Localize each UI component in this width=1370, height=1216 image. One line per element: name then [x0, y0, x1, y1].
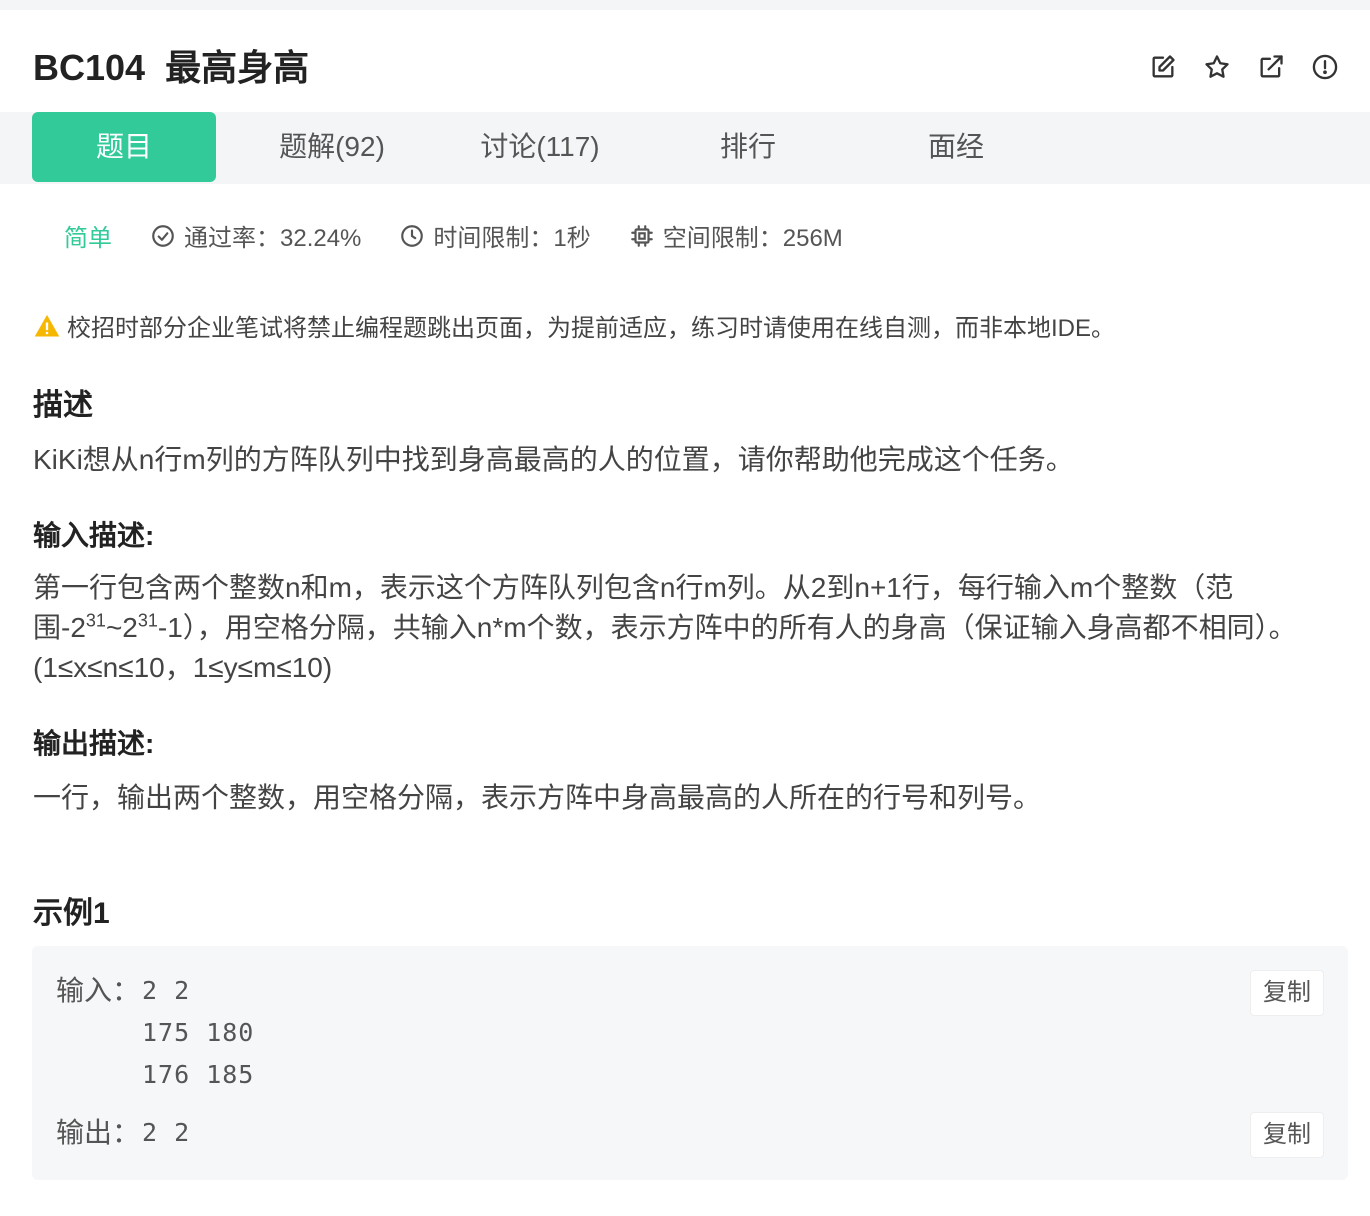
tab-solutions[interactable]: 题解(92) [252, 112, 412, 182]
output-desc-text: 一行，输出两个整数，用空格分隔，表示方阵中身高最高的人所在的行号和列号。 [33, 782, 1042, 813]
input-desc-line2: 围-231~231-1），用空格分隔，共输入n*m个数，表示方阵中的所有人的身高… [33, 608, 1343, 648]
input-desc-line3: (1≤x≤n≤10，1≤y≤m≤10) [33, 652, 333, 683]
problem-meta: 简单 通过率：32.24% 时间限制：1秒 空间限制：256M [64, 218, 881, 253]
tab-interview[interactable]: 面经 [876, 112, 1036, 182]
example-input-line: 2 2 [142, 976, 191, 1005]
warning-icon [34, 314, 60, 336]
report-icon[interactable] [1310, 52, 1340, 82]
example-input-line: 176 185 [142, 1060, 255, 1089]
description-heading: 描述 [33, 389, 93, 422]
warning-notice: 校招时部分企业笔试将禁止编程题跳出页面，为提前适应，练习时请使用在线自测，而非本… [33, 308, 1115, 343]
warning-text: 校招时部分企业笔试将禁止编程题跳出页面，为提前适应，练习时请使用在线自测，而非本… [67, 315, 1116, 342]
pass-rate-text: 通过率：32.24% [184, 225, 362, 252]
problem-name: 最高身高 [165, 47, 310, 88]
problem-title: BC104 最高身高 [33, 44, 309, 92]
time-limit-text: 时间限制：1秒 [433, 225, 591, 252]
top-strip [0, 0, 1370, 10]
tab-ranking[interactable]: 排行 [668, 112, 828, 182]
time-limit: 时间限制：1秒 [399, 218, 591, 253]
copy-input-button[interactable]: 复制 [1250, 970, 1324, 1016]
input-desc-heading: 输入描述: [33, 520, 155, 551]
star-icon[interactable] [1202, 52, 1232, 82]
example-heading: 示例1 [33, 897, 110, 930]
share-icon[interactable] [1256, 52, 1286, 82]
example-output-label: 输出： [56, 1117, 141, 1148]
example-output-lines: 2 2 [142, 1112, 190, 1154]
tab-problem[interactable]: 题目 [32, 112, 216, 182]
difficulty-badge: 简单 [64, 225, 112, 252]
space-limit-text: 空间限制：256M [662, 225, 843, 252]
output-desc-heading: 输出描述: [33, 728, 155, 759]
input-desc-text: 第一行包含两个整数n和m，表示这个方阵队列包含n行m列。从2到n+1行，每行输入… [33, 568, 1343, 688]
check-circle-icon [152, 224, 174, 247]
title-actions [1148, 52, 1340, 82]
input-desc-range-a: 围-2 [33, 612, 86, 643]
chip-icon [630, 224, 653, 247]
example-input: 输入： 2 2 175 180 176 185 [56, 970, 254, 1096]
problem-id: BC104 [33, 47, 146, 88]
exponent-2: 31 [137, 610, 158, 631]
clock-icon [401, 224, 424, 247]
edit-icon[interactable] [1148, 52, 1178, 82]
example-box: 输入： 2 2 175 180 176 185 复制 输出： 2 2 复制 [32, 946, 1348, 1180]
tab-discussion[interactable]: 讨论(117) [460, 112, 620, 182]
pass-rate: 通过率：32.24% [150, 218, 361, 253]
input-desc-range-b: ~2 [105, 612, 138, 643]
example-input-label: 输入： [56, 975, 141, 1006]
copy-output-button[interactable]: 复制 [1250, 1112, 1324, 1158]
input-desc-range-c: -1），用空格分隔，共输入n*m个数，表示方阵中的所有人的身高（保证输入身高都不… [157, 612, 1297, 643]
example-output-line: 2 2 [142, 1118, 191, 1147]
example-input-line: 175 180 [142, 1018, 255, 1047]
description-text: KiKi想从n行m列的方阵队列中找到身高最高的人的位置，请你帮助他完成这个任务。 [33, 444, 1074, 475]
tab-bar: 题目 题解(92) 讨论(117) 排行 面经 [0, 112, 1370, 184]
exponent-1: 31 [85, 610, 106, 631]
example-output: 输出： 2 2 [56, 1112, 190, 1154]
input-desc-line1: 第一行包含两个整数n和m，表示这个方阵队列包含n行m列。从2到n+1行，每行输入… [33, 572, 1234, 603]
example-input-lines: 2 2 175 180 176 185 [142, 970, 254, 1096]
space-limit: 空间限制：256M [629, 218, 843, 253]
